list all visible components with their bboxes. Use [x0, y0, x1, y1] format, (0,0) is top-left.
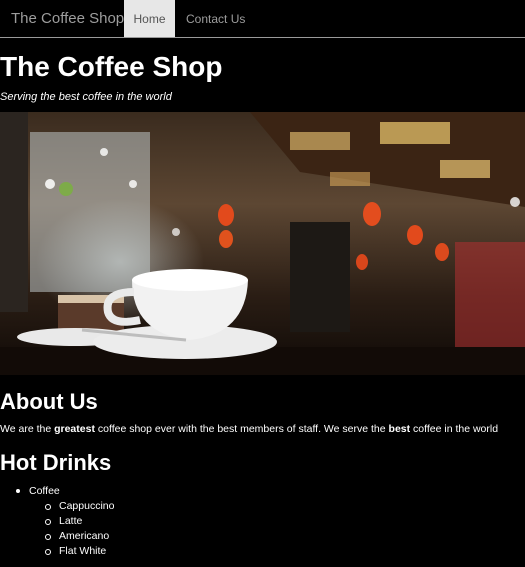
page-title: The Coffee Shop [0, 51, 223, 82]
about-text-bold: best [388, 423, 411, 435]
pendant-lamp [435, 243, 449, 261]
list-item-label: Coffee [29, 485, 60, 497]
about-title: About Us [0, 389, 98, 414]
about-text: We are the greatest coffee shop ever wit… [0, 422, 525, 436]
shelving [290, 222, 350, 332]
nav-home-link[interactable]: Home [124, 0, 175, 37]
table-surface [0, 347, 525, 375]
window-area [30, 132, 150, 292]
list-item: Cappuccino [29, 499, 114, 514]
about-text-part: We are the [0, 423, 55, 435]
ceiling-light-panel [290, 132, 350, 150]
list-item: Flat White [29, 544, 114, 559]
shelving [455, 242, 525, 352]
pendant-lamp [407, 225, 423, 245]
hero-illustration [0, 112, 525, 375]
pendant-lamp [363, 202, 381, 226]
list-item: Latte [29, 514, 114, 529]
nav-contact-link[interactable]: Contact Us [175, 0, 256, 37]
list-item: Americano [29, 529, 114, 544]
hero-coffee-image [0, 112, 525, 375]
hot-drinks-title: Hot Drinks [0, 450, 112, 475]
about-text-part: coffee in the world [410, 423, 499, 435]
ceiling-light-panel [440, 160, 490, 178]
ceiling-light-panel [330, 172, 370, 186]
hot-drinks-list: Coffee Cappuccino Latte Americano Flat W… [0, 484, 114, 559]
bokeh-light [59, 182, 73, 196]
left-wall [0, 112, 28, 312]
pendant-lamp [356, 254, 368, 270]
pendant-lamp [218, 204, 234, 226]
about-text-part: coffee shop ever with the best members o… [94, 423, 389, 435]
navbar: The Coffee Shop Home Contact Us [0, 0, 525, 38]
bokeh-light [172, 228, 180, 236]
bokeh-light [100, 148, 108, 156]
bokeh-light [129, 180, 137, 188]
list-item-coffee: Coffee Cappuccino Latte Americano Flat W… [0, 484, 114, 559]
about-text-bold: greatest [54, 423, 95, 435]
tagline: Serving the best coffee in the world [0, 91, 172, 103]
bokeh-light [45, 179, 55, 189]
navbar-brand[interactable]: The Coffee Shop [0, 0, 124, 37]
bokeh-light [510, 197, 520, 207]
coffee-sublist: Cappuccino Latte Americano Flat White [29, 499, 114, 559]
ceiling-light-panel [380, 122, 450, 144]
cup-rim [132, 269, 248, 291]
pendant-lamp [219, 230, 233, 248]
